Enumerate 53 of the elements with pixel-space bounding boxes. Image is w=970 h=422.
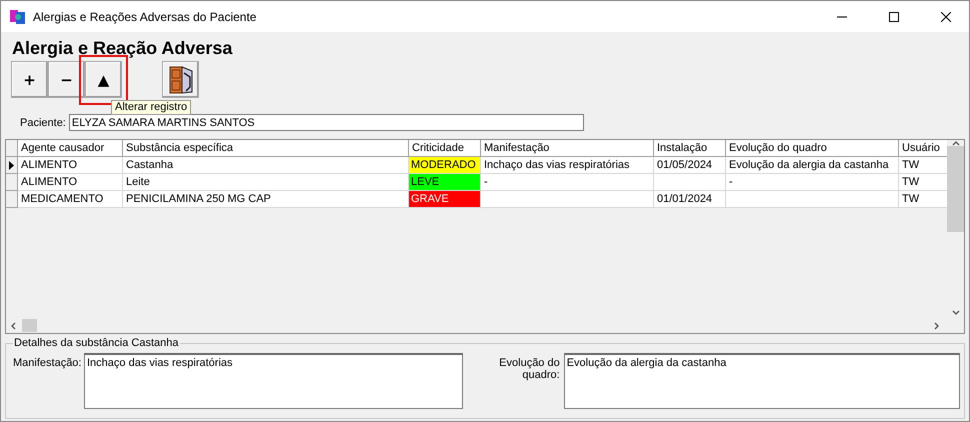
table-cell: TW bbox=[899, 174, 949, 191]
exit-button[interactable] bbox=[162, 61, 199, 98]
table-cell: PENICILAMINA 250 MG CAP bbox=[123, 191, 409, 208]
vertical-scrollbar[interactable] bbox=[947, 140, 964, 316]
field-label: Paciente: bbox=[20, 116, 66, 128]
manifestation-field[interactable]: Inchaço das vias respiratórias bbox=[84, 353, 464, 409]
scroll-left-icon[interactable] bbox=[10, 322, 16, 330]
door-icon bbox=[168, 64, 194, 94]
maximize-icon bbox=[889, 12, 899, 22]
current-row-icon bbox=[9, 160, 14, 170]
table-cell: - bbox=[726, 174, 899, 191]
toolbar-button[interactable]: − bbox=[48, 61, 85, 98]
group-title: Detalhes da substância Castanha bbox=[13, 337, 180, 349]
tooltip: Alterar registro bbox=[111, 100, 192, 115]
row-indicator[interactable] bbox=[6, 157, 18, 174]
table-cell: Castanha bbox=[123, 157, 409, 174]
severity-cell: LEVE bbox=[409, 174, 481, 191]
column-header[interactable]: Agente causador bbox=[18, 140, 123, 157]
scroll-thumb[interactable] bbox=[947, 146, 964, 232]
table-cell: ALIMENTO bbox=[18, 174, 123, 191]
scroll-right-icon[interactable] bbox=[934, 322, 940, 330]
table-cell: 01/01/2024 bbox=[654, 191, 726, 208]
column-header[interactable]: Evolução do quadro bbox=[726, 140, 899, 157]
patient-field[interactable]: ELYZA SAMARA MARTINS SANTOS bbox=[68, 114, 584, 131]
column-header[interactable]: Instalação bbox=[654, 140, 726, 157]
table-cell: Inchaço das vias respiratórias bbox=[481, 157, 654, 174]
column-header[interactable]: Criticidade bbox=[409, 140, 481, 157]
table-cell: TW bbox=[899, 191, 949, 208]
window-title: Alergias e Reações Adversas do Paciente bbox=[33, 10, 258, 24]
table-cell: Evolução da alergia da castanha bbox=[726, 157, 899, 174]
table-cell bbox=[654, 174, 726, 191]
app-icon bbox=[9, 8, 27, 26]
evolution-field[interactable]: Evolução da alergia da castanha bbox=[564, 353, 960, 409]
field-label: Manifestação: bbox=[13, 357, 80, 369]
scroll-thumb[interactable] bbox=[22, 319, 37, 332]
scroll-up-icon[interactable] bbox=[952, 140, 960, 146]
table-cell: Leite bbox=[123, 174, 409, 191]
column-header[interactable]: Usuário bbox=[899, 140, 949, 157]
table-cell: ALIMENTO bbox=[18, 157, 123, 174]
severity-cell: GRAVE bbox=[409, 191, 481, 208]
column-header[interactable]: Substância específica bbox=[123, 140, 409, 157]
form-heading: Alergia e Reação Adversa bbox=[12, 38, 234, 58]
toolbar-button[interactable]: + bbox=[11, 61, 48, 98]
field-label: Evolução do quadro: bbox=[498, 357, 560, 381]
severity-cell: MODERADO bbox=[409, 157, 481, 174]
toolbar-button[interactable]: ▲ bbox=[85, 61, 122, 98]
close-icon bbox=[941, 12, 951, 22]
scroll-down-icon[interactable] bbox=[952, 310, 960, 316]
table-cell: 01/05/2024 bbox=[654, 157, 726, 174]
table-cell: - bbox=[481, 174, 654, 191]
table-cell: TW bbox=[899, 157, 949, 174]
table-cell: MEDICAMENTO bbox=[18, 191, 123, 208]
column-header[interactable]: Manifestação bbox=[481, 140, 654, 157]
